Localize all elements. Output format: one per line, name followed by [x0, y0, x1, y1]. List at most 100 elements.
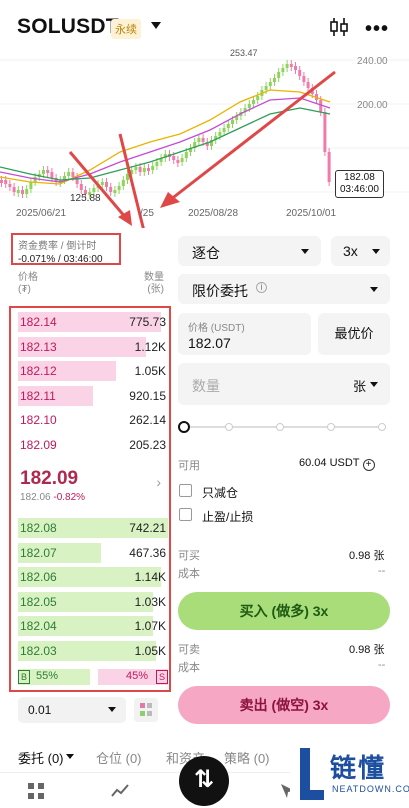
reduce-only-checkbox[interactable]: 只减仓 — [178, 483, 358, 500]
candle — [306, 82, 310, 88]
ask-row[interactable]: 182.11 920.15 — [18, 385, 168, 406]
candle — [79, 184, 83, 190]
quantity-unit[interactable]: 张 — [353, 376, 366, 395]
candle — [92, 188, 96, 192]
book-layout-icon[interactable] — [134, 698, 158, 722]
bid-row[interactable]: 182.04 1.07K — [18, 616, 168, 636]
candle — [298, 70, 302, 76]
checkbox-icon[interactable] — [179, 508, 192, 521]
candle — [176, 160, 180, 163]
best-price-button[interactable]: 最优价 — [318, 313, 390, 355]
slider-step[interactable] — [276, 423, 284, 431]
info-icon[interactable]: i — [256, 282, 267, 293]
candle — [222, 128, 226, 132]
row-price: 182.06 — [20, 570, 57, 584]
tp-sl-checkbox[interactable]: 止盈/止损 — [178, 507, 358, 524]
candle — [277, 72, 281, 78]
candle — [231, 120, 234, 124]
swap-button[interactable]: ⇅ — [179, 756, 229, 806]
candle — [151, 166, 155, 170]
grid-icon[interactable] — [26, 781, 46, 801]
order-type-label: 限价委托 — [192, 283, 248, 299]
chevron-down-icon[interactable] — [151, 22, 161, 29]
price-chart[interactable]: 240.00 200.00 253.47 125.88 182.08 03:46… — [0, 42, 409, 228]
slider-step[interactable] — [327, 423, 335, 431]
bid-row[interactable]: 182.03 1.05K — [18, 640, 168, 661]
ask-row[interactable]: 182.14 775.73 — [18, 312, 168, 332]
order-type-select[interactable]: 限价委托 i — [178, 274, 390, 304]
slider-step[interactable] — [378, 423, 386, 431]
candle — [172, 156, 176, 160]
tab-strategies[interactable]: 策略 (0) — [224, 748, 270, 767]
mark-price-row: 182.06 -0.82% — [20, 492, 85, 503]
can-buy-label: 可买 — [178, 550, 200, 562]
price-input-label: 价格 (USDT) — [188, 323, 245, 334]
row-price: 182.07 — [20, 545, 57, 560]
available-value: 60.04 USDT — [299, 457, 360, 469]
candlestick-chart — [0, 59, 409, 228]
last-price[interactable]: 182.09 — [20, 468, 78, 490]
slider-track — [184, 426, 386, 428]
price-input[interactable]: 价格 (USDT) 182.07 — [178, 313, 311, 355]
row-price: 182.12 — [20, 364, 57, 378]
margin-mode-select[interactable]: 逐仓 — [178, 236, 321, 266]
can-sell-label: 可卖 — [178, 644, 200, 656]
countdown: 03:46:00 — [340, 184, 379, 195]
candle — [285, 64, 289, 68]
chevron-right-icon[interactable]: › — [156, 474, 161, 490]
leverage-select[interactable]: 3x — [331, 236, 390, 266]
row-quantity: 1.07K — [134, 619, 166, 633]
leverage-label: 3x — [343, 243, 358, 259]
slider-step[interactable] — [225, 423, 233, 431]
watermark: 链懂 NEATDOWN.COM — [290, 740, 409, 808]
candlestick-icon[interactable] — [328, 16, 350, 38]
candle — [327, 152, 331, 182]
candle — [147, 168, 150, 171]
quantity-slider[interactable] — [178, 420, 390, 434]
chevron-down-icon — [301, 249, 309, 254]
candle — [247, 104, 251, 108]
checkbox-icon[interactable] — [179, 484, 192, 497]
slider-handle[interactable] — [178, 421, 190, 433]
tab-orders[interactable]: 委托 (0) — [18, 748, 64, 767]
current-price: 182.08 — [344, 172, 375, 183]
ask-row[interactable]: 182.09 205.23 — [18, 435, 168, 455]
candle — [126, 174, 129, 180]
candle — [113, 190, 117, 193]
candle — [180, 158, 184, 162]
depth-select[interactable]: 0.01 — [18, 697, 126, 723]
chart-icon[interactable] — [110, 781, 130, 801]
price-input-value[interactable]: 182.07 — [188, 335, 231, 351]
ask-row[interactable]: 182.12 1.05K — [18, 361, 168, 381]
perpetual-tag: 永续 — [111, 19, 141, 39]
candle — [8, 184, 12, 187]
tp-sl-label: 止盈/止损 — [202, 510, 254, 524]
date-label: 2025/10/01 — [286, 208, 337, 219]
cost-label: 成本 — [178, 568, 200, 580]
tab-positions[interactable]: 仓位 (0) — [96, 748, 142, 767]
bid-row[interactable]: 182.08 742.21 — [18, 518, 168, 538]
candle — [281, 68, 285, 72]
more-icon[interactable]: ••• — [365, 18, 389, 41]
bid-row[interactable]: 182.05 1.03K — [18, 591, 168, 612]
price-change: -0.82% — [53, 492, 86, 503]
row-quantity: 1.05K — [134, 364, 166, 378]
buy-long-button[interactable]: 买入 (做多) 3x — [178, 592, 390, 630]
add-funds-icon[interactable]: + — [362, 459, 375, 471]
candle — [117, 186, 121, 190]
bid-row[interactable]: 182.07 467.36 — [18, 542, 168, 563]
buy-sell-ratio: B 55% 45% S — [18, 669, 168, 685]
candle — [12, 187, 16, 192]
ask-row[interactable]: 182.10 262.14 — [18, 410, 168, 430]
candle — [273, 78, 276, 82]
price-tick: 200.00 — [357, 100, 388, 111]
symbol-title[interactable]: SOLUSDT — [17, 15, 119, 39]
sell-short-button[interactable]: 卖出 (做空) 3x — [178, 686, 390, 724]
chevron-down-icon[interactable] — [66, 754, 74, 759]
quantity-input[interactable]: 数量 张 — [178, 363, 390, 405]
ask-row[interactable]: 182.13 1.12K — [18, 336, 168, 357]
bid-row[interactable]: 182.06 1.14K — [18, 567, 168, 587]
candle — [109, 187, 113, 192]
candle — [46, 170, 50, 173]
candle — [121, 180, 125, 186]
